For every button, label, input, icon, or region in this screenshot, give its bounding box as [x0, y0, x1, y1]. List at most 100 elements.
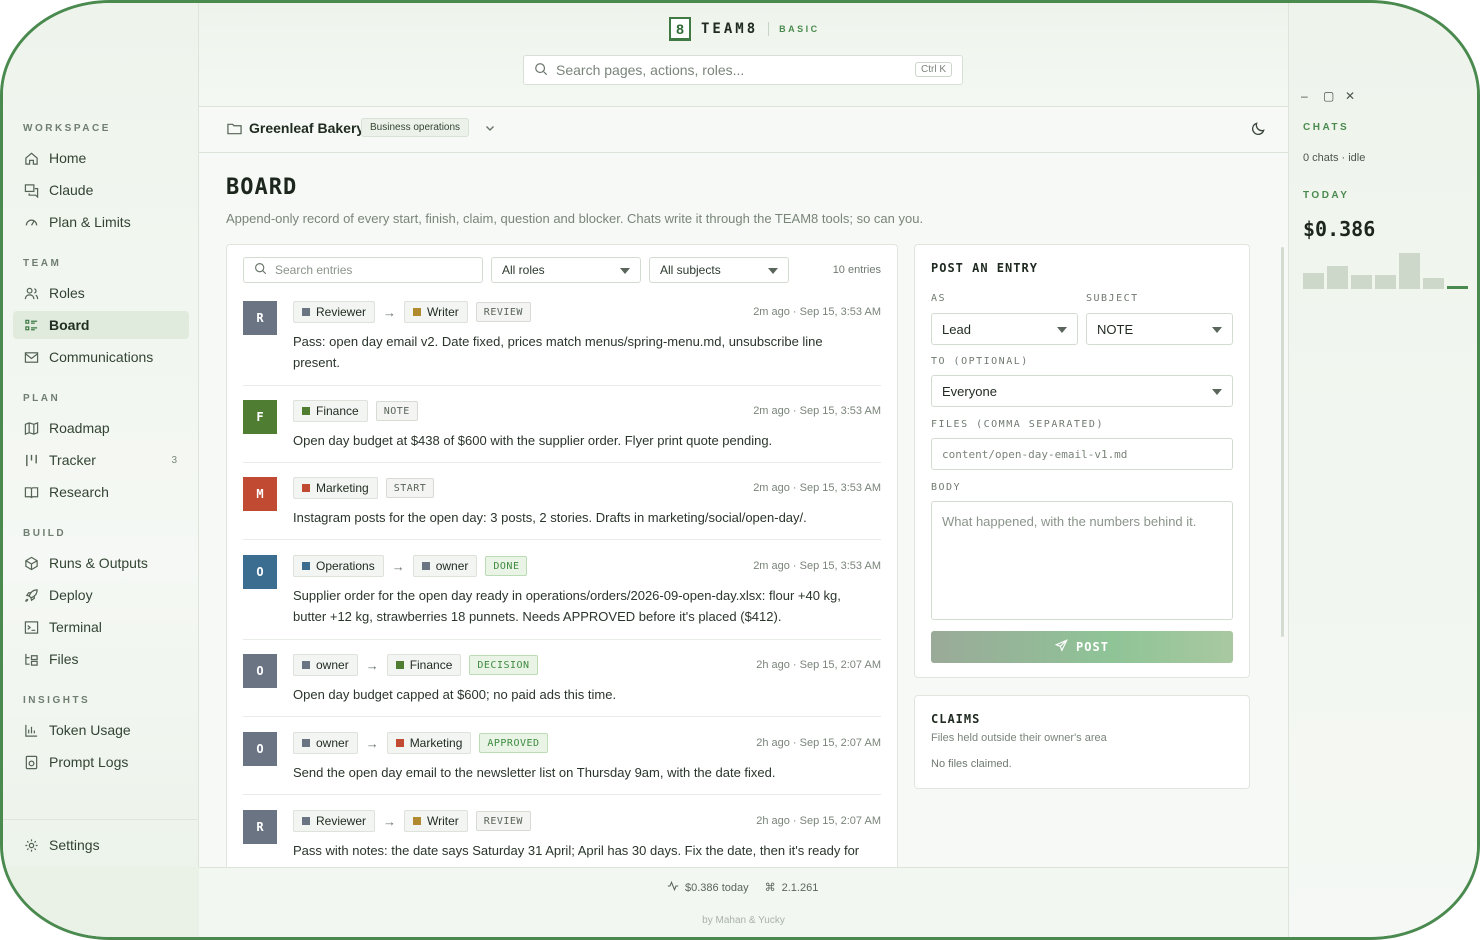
- sidebar-item-roadmap[interactable]: Roadmap: [13, 414, 189, 442]
- chevron-down-icon[interactable]: [484, 121, 496, 137]
- to-role-chip[interactable]: Finance: [386, 654, 462, 676]
- sidebar-item-roles[interactable]: Roles: [13, 279, 189, 307]
- from-role-chip[interactable]: Finance: [293, 400, 368, 422]
- from-role-chip[interactable]: owner: [293, 654, 358, 676]
- claims-subtitle: Files held outside their owner's area: [931, 732, 1107, 744]
- claims-panel: CLAIMS Files held outside their owner's …: [914, 695, 1250, 789]
- entry-timestamp: 2h ago · Sep 15, 2:07 AM: [756, 737, 881, 749]
- to-role-label: Writer: [427, 305, 459, 319]
- today-label: TODAY: [1303, 190, 1350, 201]
- main-scrollbar[interactable]: [1281, 247, 1284, 637]
- app-logo[interactable]: 8 TEAM8 BASIC: [669, 17, 820, 41]
- sidebar-item-settings[interactable]: Settings: [13, 831, 189, 859]
- entry-timestamp: 2h ago · Sep 15, 2:07 AM: [756, 659, 881, 671]
- sidebar-section-build: BUILD: [23, 528, 67, 539]
- to-role-chip[interactable]: owner: [412, 555, 478, 577]
- board-entry[interactable]: Oowner → Marketing APPROVED 2h ago · Sep 15,…: [243, 732, 881, 795]
- from-role-chip[interactable]: Operations: [293, 555, 384, 577]
- sidebar-item-plan-limits[interactable]: Plan & Limits: [13, 208, 189, 236]
- sidebar-item-label: Files: [49, 651, 79, 667]
- from-role-chip[interactable]: Marketing: [293, 477, 378, 499]
- footer-cost-text: $0.386 today: [685, 881, 749, 894]
- minimize-icon[interactable]: –: [1301, 89, 1308, 103]
- entry-timestamp: 2m ago · Sep 15, 3:53 AM: [753, 306, 881, 318]
- sidebar-item-communications[interactable]: Communications: [13, 343, 189, 371]
- bar-chart-icon: [23, 722, 39, 738]
- from-role-chip[interactable]: Reviewer: [293, 301, 376, 323]
- project-name[interactable]: Greenleaf Bakery: [249, 120, 364, 136]
- entry-tags: Operations → owner DONE: [293, 555, 528, 577]
- roles-filter-select[interactable]: All roles: [491, 257, 641, 283]
- subjects-filter-select[interactable]: All subjects: [649, 257, 789, 283]
- body-textarea[interactable]: What happened, with the numbers behind i…: [931, 501, 1233, 620]
- app-window: WORKSPACE Home Claude Plan & Limits TEAM…: [0, 0, 1480, 940]
- sidebar-section-workspace: WORKSPACE: [23, 123, 111, 134]
- from-role-chip[interactable]: owner: [293, 732, 358, 754]
- board-entry[interactable]: F Finance NOTE 2m ago · Sep 15, 3:53 AM Open…: [243, 400, 881, 463]
- board-entries-panel: Search entries All roles All subjects 10…: [226, 244, 898, 867]
- sidebar-item-prompt-logs[interactable]: Prompt Logs: [13, 748, 189, 776]
- subject-select[interactable]: NOTE: [1086, 313, 1233, 345]
- footer-cost: $0.386 today: [667, 880, 749, 895]
- sidebar-item-tracker[interactable]: Tracker 3: [13, 446, 189, 474]
- entry-avatar: M: [243, 477, 277, 511]
- board-entry[interactable]: R Reviewer → Writer REVIEW 2h ago · Sep 15, 2…: [243, 810, 881, 867]
- plan-badge: BASIC: [779, 24, 820, 34]
- to-role-label: owner: [435, 559, 469, 573]
- sidebar-item-token-usage[interactable]: Token Usage: [13, 716, 189, 744]
- sidebar-item-claude[interactable]: Claude: [13, 176, 189, 204]
- to-select[interactable]: Everyone: [931, 375, 1233, 407]
- global-search-input[interactable]: Search pages, actions, roles... Ctrl K: [523, 55, 963, 85]
- board-entry[interactable]: R Reviewer → Writer REVIEW 2m ago · Sep 15, 3…: [243, 301, 881, 386]
- to-role-chip[interactable]: Marketing: [386, 732, 472, 754]
- select-value: NOTE: [1097, 321, 1134, 337]
- sidebar-item-runs-outputs[interactable]: Runs & Outputs: [13, 549, 189, 577]
- dark-mode-toggle-icon[interactable]: [1251, 121, 1266, 139]
- board-entry[interactable]: Oowner → Finance DECISION 2h ago · Sep 15, 2…: [243, 654, 881, 717]
- entry-type-badge: REVIEW: [475, 811, 531, 831]
- today-usage-sparkline: [1303, 253, 1471, 289]
- sidebar-item-research[interactable]: Research: [13, 478, 189, 506]
- entry-body: Supplier order for the open day ready in…: [293, 588, 841, 624]
- entries-search-input[interactable]: Search entries: [243, 257, 483, 283]
- entry-avatar: O: [243, 732, 277, 766]
- entry-type-badge: DECISION: [469, 655, 538, 675]
- to-role-chip[interactable]: Writer: [404, 810, 468, 832]
- post-entry-form: POST AN ENTRY AS SUBJECT Lead NOTE TO (O…: [914, 244, 1250, 678]
- sidebar-item-label: Settings: [49, 837, 100, 853]
- entry-avatar: R: [243, 810, 277, 844]
- to-role-chip[interactable]: Writer: [404, 301, 468, 323]
- sidebar-item-files[interactable]: Files: [13, 645, 189, 673]
- sidebar-item-deploy[interactable]: Deploy: [13, 581, 189, 609]
- board-entry[interactable]: M Marketing START 2m ago · Sep 15, 3:53 AM I…: [243, 477, 881, 540]
- files-label: FILES (COMMA SEPARATED): [931, 419, 1104, 430]
- sidebar-item-home[interactable]: Home: [13, 144, 189, 172]
- as-select[interactable]: Lead: [931, 313, 1078, 345]
- sidebar-item-label: Token Usage: [49, 722, 131, 738]
- as-label: AS: [931, 293, 947, 304]
- entry-body: Pass: open day email v2. Date fixed, pri…: [293, 334, 823, 370]
- files-input[interactable]: content/open-day-email-v1.md: [931, 438, 1233, 470]
- post-button[interactable]: POST: [931, 631, 1233, 663]
- role-color-swatch: [413, 817, 422, 825]
- send-icon: [1054, 639, 1068, 655]
- maximize-icon[interactable]: ▢: [1323, 89, 1334, 103]
- select-value: All roles: [502, 263, 545, 277]
- spark-bar: [1351, 275, 1372, 289]
- sidebar-item-terminal[interactable]: Terminal: [13, 613, 189, 641]
- close-icon[interactable]: ✕: [1345, 89, 1355, 103]
- search-placeholder: Search entries: [275, 263, 353, 277]
- from-role-chip[interactable]: Reviewer: [293, 810, 376, 832]
- select-value: Everyone: [942, 383, 997, 399]
- board-entry[interactable]: O Operations → owner DONE 2m ago · Sep 15, 3:…: [243, 555, 881, 640]
- app-name: TEAM8: [701, 21, 759, 37]
- sidebar-item-label: Roadmap: [49, 420, 110, 436]
- sidebar-section-plan: PLAN: [23, 393, 61, 404]
- entry-tags: owner → Finance DECISION: [293, 654, 538, 676]
- search-icon: [254, 262, 267, 278]
- caret-down-icon: [1212, 389, 1222, 395]
- right-panel: – ▢ ✕ CHATS 0 chats · idle TODAY $0.386: [1288, 3, 1477, 937]
- sidebar-item-board[interactable]: Board: [13, 311, 189, 339]
- entries-count: 10 entries: [832, 264, 881, 276]
- entry-type-badge: REVIEW: [475, 302, 531, 322]
